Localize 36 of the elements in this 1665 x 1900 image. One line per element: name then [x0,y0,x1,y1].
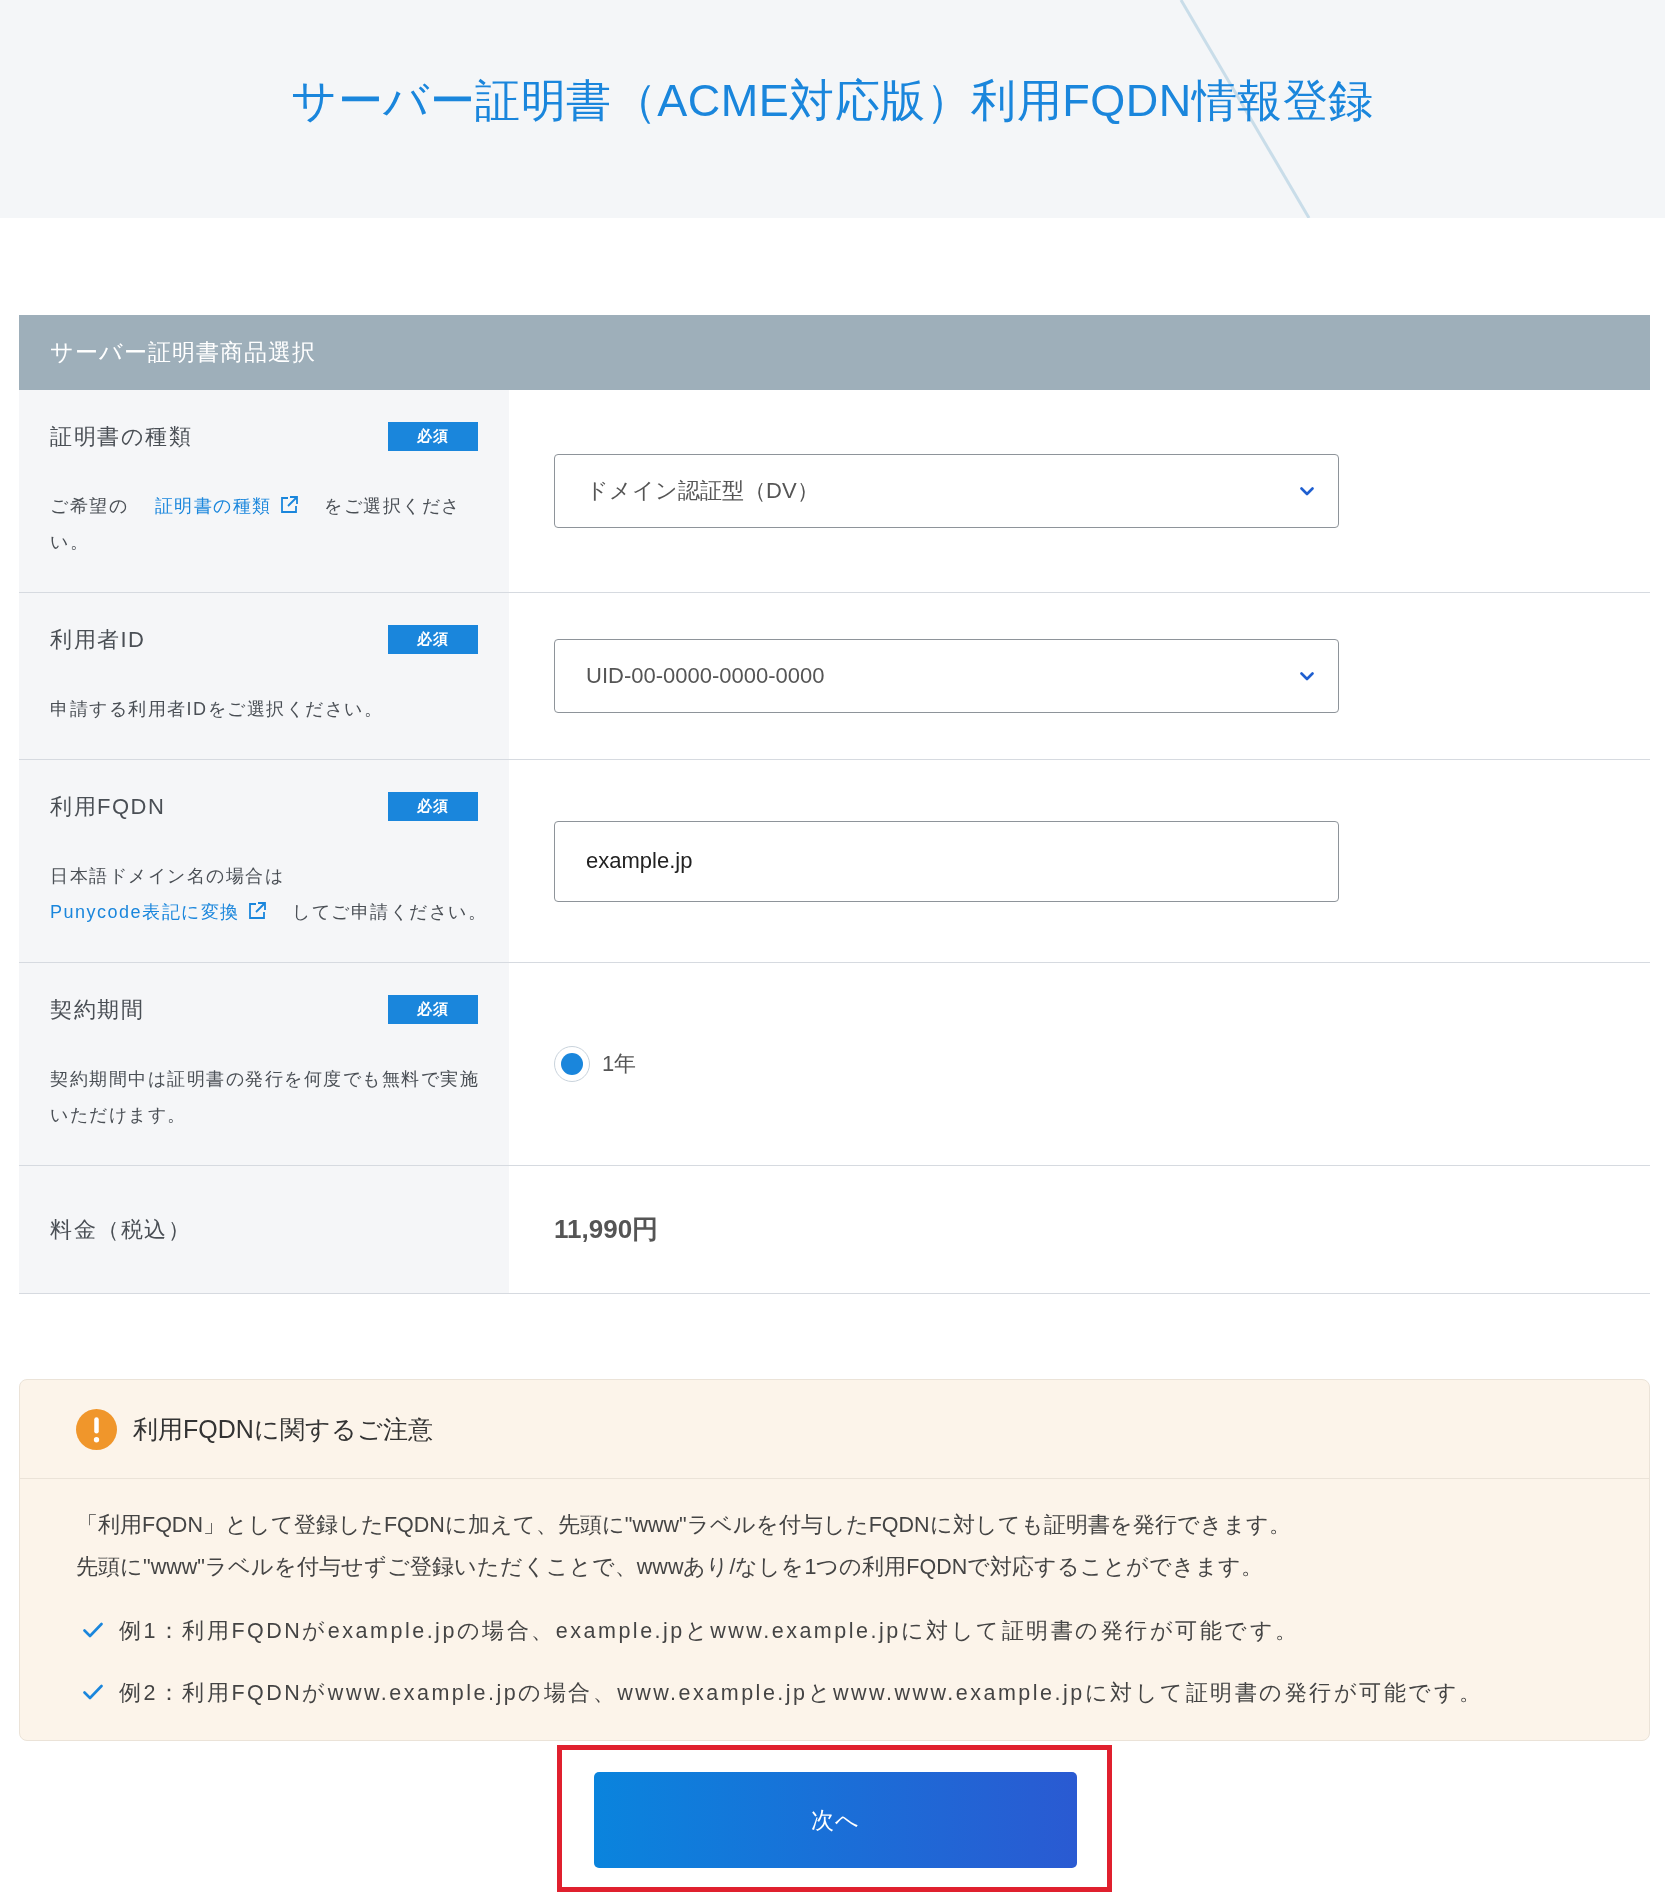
section-header: サーバー証明書商品選択 [19,315,1650,390]
select-field[interactable]: ドメイン認証型（DV） [554,454,1339,528]
field-label: 利用FQDN [50,792,166,821]
notice-title: 利用FQDNに関するご注意 [133,1413,433,1445]
field-description: 申請する利用者IDをご選択ください。 [50,698,384,721]
field-label: 証明書の種類 [50,422,192,451]
chevron-down-icon [1300,671,1314,681]
text-input[interactable]: example.jp [554,820,1339,902]
radio-label[interactable]: 1年 [602,1049,637,1079]
notice-text: 先頭に"www"ラベルを付与せずご登録いただくことで、wwwあり/なしを1つの利用FQDNで対応することができます。 [76,1554,1265,1581]
warning-icon [76,1408,117,1450]
select-field[interactable]: UID-00-0000-0000-0000 [554,639,1339,713]
chevron-down-icon [1300,486,1314,496]
field-description: 日本語ドメイン名の場合は Punycode表記に変換 してご申請ください。 [50,865,489,924]
external-link-icon [247,902,266,920]
field-description: ご希望の 証明書の種類 をご選択ください。 [50,495,462,554]
next-button[interactable]: 次へ [594,1772,1077,1868]
required-badge: 必須 [388,792,478,821]
checkmark-icon [83,1622,103,1638]
example-text: 例2：利用FQDNがwww.example.jpの場合、www.example.jpとwww.www.example.jpに対して証明書の発行が可能です。 [119,1679,1484,1707]
example-text: 例1：利用FQDNがexample.jpの場合、example.jpとwww.example.jpに対して証明書の発行が可能です。 [119,1617,1300,1645]
field-description: 契約期間中は証明書の発行を何度でも無料で実施いただけます。 [50,1068,480,1127]
required-badge: 必須 [388,995,478,1024]
radio-button[interactable] [554,1046,590,1082]
field-label: 料金（税込） [50,1215,191,1244]
text-link[interactable]: 証明書の種類 [154,496,298,516]
notice-text: 「利用FQDN」として登録したFQDNに加えて、先頭に"www"ラベルを付与したFQDNに対しても証明書を発行できます。 [76,1512,1292,1539]
external-link-icon [279,496,298,514]
text-link[interactable]: Punycode表記に変換 [50,902,266,922]
checkmark-icon [83,1684,103,1700]
field-label: 契約期間 [50,995,144,1024]
price-value: 11,990円 [554,1213,659,1246]
required-badge: 必須 [388,625,478,654]
required-badge: 必須 [388,422,478,451]
field-label: 利用者ID [50,625,146,654]
page-title: サーバー証明書（ACME対応版）利用FQDN情報登録 [291,74,1374,128]
